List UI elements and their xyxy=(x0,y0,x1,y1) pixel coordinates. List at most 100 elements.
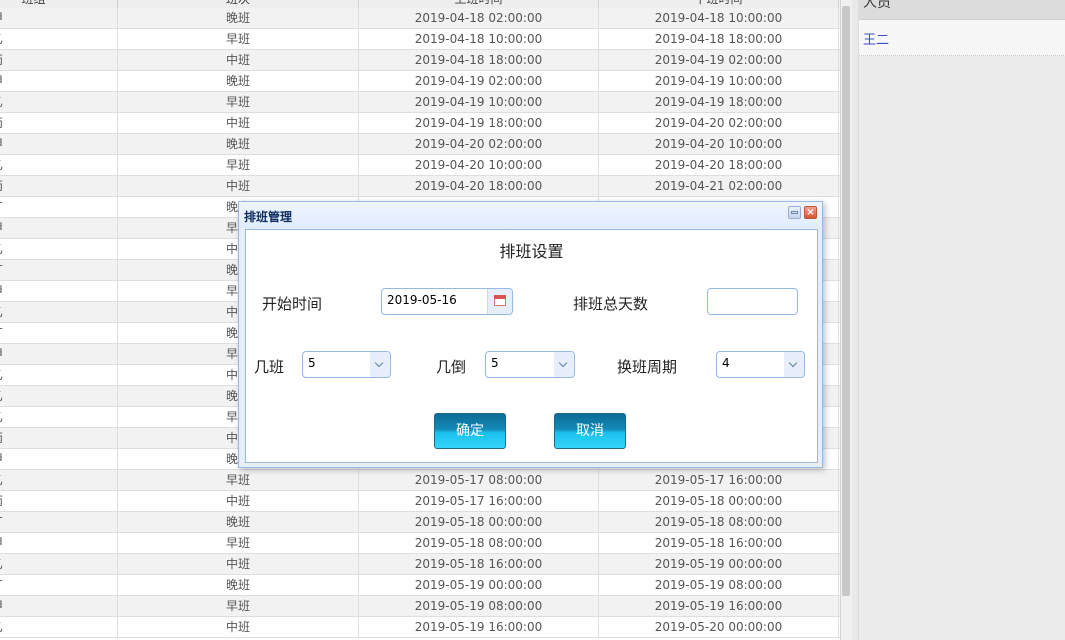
rotations-label: 几倒 xyxy=(436,358,467,376)
team-cell: 甲 xyxy=(0,71,118,91)
team-cell: 丙 xyxy=(0,428,118,448)
chevron-down-icon[interactable] xyxy=(370,352,390,377)
table-row[interactable]: 甲晚班2019-04-20 02:00:002019-04-20 10:00:0… xyxy=(0,134,840,155)
end-time-cell: 2019-05-19 08:00:00 xyxy=(599,575,839,595)
start-time-cell: 2019-05-19 16:00:00 xyxy=(359,617,599,637)
start-time-cell: 2019-04-19 10:00:00 xyxy=(359,92,599,112)
end-time-cell: 2019-04-19 18:00:00 xyxy=(599,92,839,112)
team-cell: 甲 xyxy=(0,344,118,364)
calendar-button[interactable] xyxy=(487,289,512,314)
team-cell: 乙 xyxy=(0,365,118,385)
dialog-titlebar[interactable]: 排班管理 × xyxy=(239,202,822,228)
team-cell: 乙 xyxy=(0,239,118,259)
team-cell: 乙 xyxy=(0,554,118,574)
team-cell: 丁 xyxy=(0,512,118,532)
team-cell: 乙 xyxy=(0,92,118,112)
shift-cell: 晚班 xyxy=(118,71,359,91)
header-start-time[interactable]: 上班时间 xyxy=(359,0,599,8)
cycle-value: 4 xyxy=(722,356,730,370)
shift-cell: 早班 xyxy=(118,29,359,49)
table-row[interactable]: 丙中班2019-05-17 16:00:002019-05-18 00:00:0… xyxy=(0,491,840,512)
team-cell: 乙 xyxy=(0,155,118,175)
chevron-down-icon[interactable] xyxy=(784,352,804,377)
shift-cell: 早班 xyxy=(118,155,359,175)
minimize-icon[interactable] xyxy=(788,206,801,219)
end-time-cell: 2019-04-21 02:00:00 xyxy=(599,176,839,196)
shift-cell: 早班 xyxy=(118,470,359,490)
table-row[interactable]: 丁晚班2019-05-18 00:00:002019-05-18 08:00:0… xyxy=(0,512,840,533)
cycle-label: 换班周期 xyxy=(617,358,678,376)
cancel-button[interactable]: 取消 xyxy=(554,413,626,449)
team-cell: 乙 xyxy=(0,470,118,490)
table-row[interactable]: 甲晚班2019-04-19 02:00:002019-04-19 10:00:0… xyxy=(0,71,840,92)
confirm-button[interactable]: 确定 xyxy=(434,413,506,449)
table-row[interactable]: 甲早班2019-05-18 08:00:002019-05-18 16:00:0… xyxy=(0,533,840,554)
start-time-cell: 2019-05-18 00:00:00 xyxy=(359,512,599,532)
end-time-cell: 2019-04-20 18:00:00 xyxy=(599,155,839,175)
shifts-select[interactable]: 5 xyxy=(302,351,391,378)
shift-cell: 早班 xyxy=(118,596,359,616)
end-time-cell: 2019-05-19 16:00:00 xyxy=(599,596,839,616)
close-icon[interactable]: × xyxy=(804,206,817,219)
start-time-cell: 2019-05-18 16:00:00 xyxy=(359,554,599,574)
table-row[interactable]: 乙早班2019-04-18 10:00:002019-04-18 18:00:0… xyxy=(0,29,840,50)
shift-cell: 中班 xyxy=(118,113,359,133)
table-row[interactable]: 丙中班2019-04-20 18:00:002019-04-21 02:00:0… xyxy=(0,176,840,197)
team-cell: 乙 xyxy=(0,386,118,406)
cycle-select[interactable]: 4 xyxy=(716,351,805,378)
calendar-icon xyxy=(494,295,506,306)
start-date-field[interactable]: 2019-05-16 xyxy=(381,288,513,315)
header-shift[interactable]: 班次 xyxy=(118,0,359,8)
end-time-cell: 2019-05-18 16:00:00 xyxy=(599,533,839,553)
team-cell: 甲 xyxy=(0,134,118,154)
start-date-value: 2019-05-16 xyxy=(387,293,457,307)
end-time-cell: 2019-05-20 00:00:00 xyxy=(599,617,839,637)
start-time-cell: 2019-04-18 10:00:00 xyxy=(359,29,599,49)
scrollbar-thumb[interactable] xyxy=(842,6,850,596)
team-cell: 乙 xyxy=(0,302,118,322)
team-cell: 丙 xyxy=(0,113,118,133)
start-time-cell: 2019-04-18 02:00:00 xyxy=(359,8,599,28)
shifts-value: 5 xyxy=(308,356,316,370)
start-time-cell: 2019-04-20 02:00:00 xyxy=(359,134,599,154)
team-cell: 丙 xyxy=(0,176,118,196)
table-row[interactable]: 乙中班2019-05-19 16:00:002019-05-20 00:00:0… xyxy=(0,617,840,638)
start-time-cell: 2019-04-19 02:00:00 xyxy=(359,71,599,91)
start-time-cell: 2019-05-17 16:00:00 xyxy=(359,491,599,511)
personnel-list: 人员 王二 xyxy=(858,0,1065,640)
table-row[interactable]: 乙中班2019-05-18 16:00:002019-05-19 00:00:0… xyxy=(0,554,840,575)
shift-cell: 晚班 xyxy=(118,134,359,154)
team-cell: 甲 xyxy=(0,281,118,301)
table-row[interactable]: 乙早班2019-04-20 10:00:002019-04-20 18:00:0… xyxy=(0,155,840,176)
total-days-label: 排班总天数 xyxy=(573,295,649,313)
header-team[interactable]: 班组 xyxy=(0,0,118,8)
header-end-time[interactable]: 下班时间 xyxy=(599,0,839,8)
total-days-input[interactable] xyxy=(707,288,798,315)
end-time-cell: 2019-04-19 10:00:00 xyxy=(599,71,839,91)
chevron-down-icon[interactable] xyxy=(554,352,574,377)
table-row[interactable]: 丙中班2019-04-19 18:00:002019-04-20 02:00:0… xyxy=(0,113,840,134)
team-cell: 丁 xyxy=(0,260,118,280)
table-row[interactable]: 丁晚班2019-05-19 00:00:002019-05-19 08:00:0… xyxy=(0,575,840,596)
shift-cell: 中班 xyxy=(118,554,359,574)
end-time-cell: 2019-05-18 08:00:00 xyxy=(599,512,839,532)
start-time-cell: 2019-04-18 18:00:00 xyxy=(359,50,599,70)
table-row[interactable]: 乙早班2019-04-19 10:00:002019-04-19 18:00:0… xyxy=(0,92,840,113)
end-time-cell: 2019-05-19 00:00:00 xyxy=(599,554,839,574)
end-time-cell: 2019-04-18 10:00:00 xyxy=(599,8,839,28)
list-item[interactable]: 王二 xyxy=(859,20,1065,56)
start-time-cell: 2019-05-18 08:00:00 xyxy=(359,533,599,553)
person-name[interactable]: 王二 xyxy=(863,29,889,48)
table-row[interactable]: 乙早班2019-05-17 08:00:002019-05-17 16:00:0… xyxy=(0,470,840,491)
shift-cell: 中班 xyxy=(118,50,359,70)
team-cell: 丙 xyxy=(0,491,118,511)
dialog-title: 排班管理 xyxy=(244,210,293,224)
team-cell: 丁 xyxy=(0,323,118,343)
table-row[interactable]: 甲晚班2019-04-18 02:00:002019-04-18 10:00:0… xyxy=(0,8,840,29)
start-time-cell: 2019-05-17 08:00:00 xyxy=(359,470,599,490)
rotations-select[interactable]: 5 xyxy=(485,351,575,378)
shift-cell: 早班 xyxy=(118,92,359,112)
table-row[interactable]: 甲早班2019-05-19 08:00:002019-05-19 16:00:0… xyxy=(0,596,840,617)
table-row[interactable]: 丙中班2019-04-18 18:00:002019-04-19 02:00:0… xyxy=(0,50,840,71)
grid-scrollbar[interactable] xyxy=(840,0,852,640)
